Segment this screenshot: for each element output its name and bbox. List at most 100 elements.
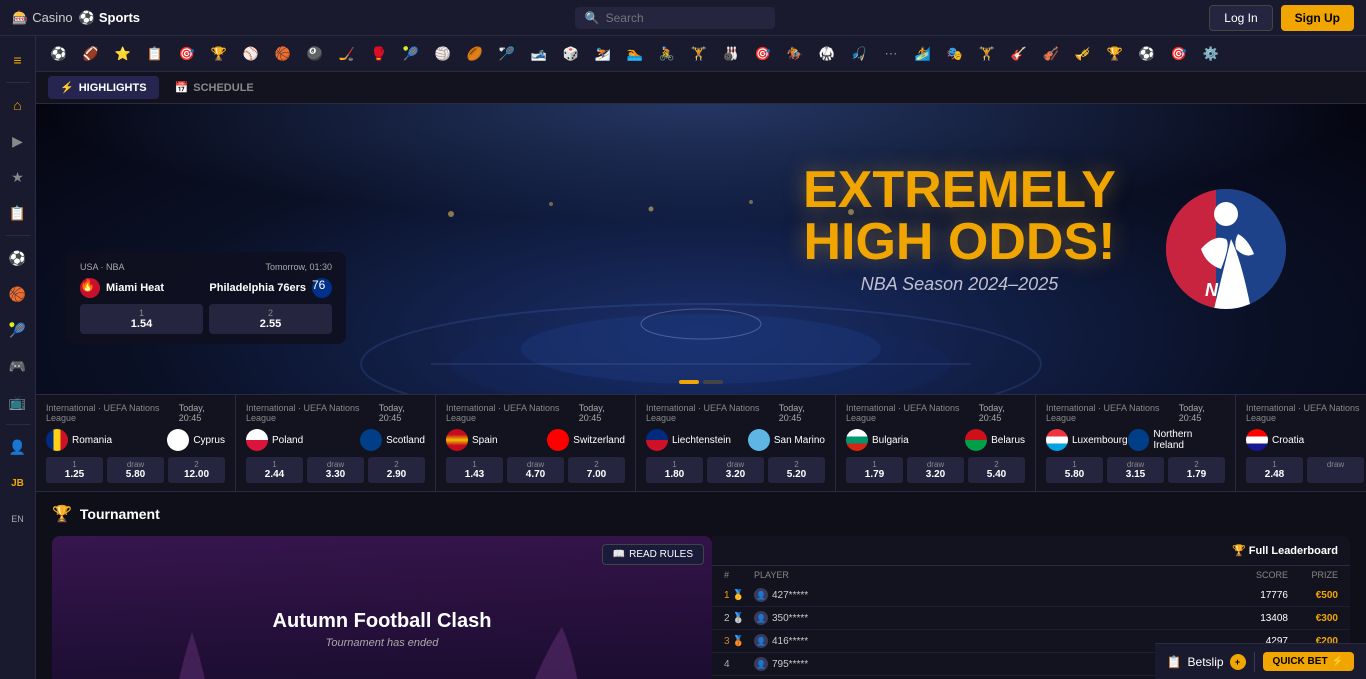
sport-icon-hockey[interactable]: 🏒 [332, 40, 362, 68]
sidebar-menu-icon[interactable]: ≡ [2, 44, 34, 76]
sidebar-favorites-icon[interactable]: ★ [2, 161, 34, 193]
sport-icon-extra2[interactable]: 🎭 [940, 40, 970, 68]
search-input[interactable] [606, 11, 765, 25]
tab-schedule[interactable]: 📅 Schedule [163, 76, 266, 99]
read-rules-button[interactable]: 📖 READ RULES [602, 544, 704, 565]
card-odd1-5[interactable]: 1 5.80 [1046, 457, 1103, 483]
card-odd2-4[interactable]: 2 5.40 [968, 457, 1025, 483]
card-draw-6[interactable]: draw [1307, 457, 1364, 483]
sport-icon-trophy[interactable]: 🏆 [204, 40, 234, 68]
quick-bet-button[interactable]: QUICK BET ⚡ [1263, 652, 1354, 671]
signup-button[interactable]: Sign Up [1281, 5, 1354, 31]
sport-icon-bowling[interactable]: 🎳 [716, 40, 746, 68]
card-draw-2[interactable]: draw 4.70 [507, 457, 564, 483]
card-odd2-2[interactable]: 2 7.00 [568, 457, 625, 483]
sport-icon-soccer[interactable]: ⚽ [44, 40, 74, 68]
sidebar-tv-icon[interactable]: 📺 [2, 386, 34, 418]
away-win-odd[interactable]: 2 2.55 [209, 304, 332, 334]
search-bar[interactable]: 🔍 [575, 7, 775, 29]
sport-icon-billiards[interactable]: 🎱 [300, 40, 330, 68]
sport-icon-weights[interactable]: 🏋️ [684, 40, 714, 68]
sport-icon-extra4[interactable]: 🎸 [1004, 40, 1034, 68]
sidebar-home-icon[interactable]: ⌂ [2, 89, 34, 121]
tab-highlights[interactable]: ⚡ Highlights [48, 76, 159, 99]
sport-icon-star[interactable]: ⭐ [108, 40, 138, 68]
match-time-label: Tomorrow, 01:30 [265, 262, 332, 272]
sport-icon-badminton[interactable]: 🏸 [492, 40, 522, 68]
player-avatar-1: 👤 [754, 611, 768, 625]
sport-icon-extra3[interactable]: 🏋 [972, 40, 1002, 68]
sport-icon-person[interactable]: 🎯 [172, 40, 202, 68]
sport-icon-baseball[interactable]: ⚾ [236, 40, 266, 68]
sidebar-language-icon[interactable]: EN [2, 503, 34, 535]
sport-icon-basketball[interactable]: 🏀 [268, 40, 298, 68]
card-draw-4[interactable]: draw 3.20 [907, 457, 964, 483]
sport-icon-extra7[interactable]: 🏆 [1100, 40, 1130, 68]
sidebar-live-icon[interactable]: ▶ [2, 125, 34, 157]
betslip-label: Betslip [1188, 655, 1224, 669]
sidebar-esports-icon[interactable]: 🎮 [2, 350, 34, 382]
card-odds-6: 1 2.48 draw 2 [1246, 457, 1366, 483]
sport-icon-alpine[interactable]: ⛷️ [588, 40, 618, 68]
sport-icon-horse[interactable]: 🏇 [780, 40, 810, 68]
card-odd1-4[interactable]: 1 1.79 [846, 457, 903, 483]
card-odd2-5[interactable]: 2 1.79 [1168, 457, 1225, 483]
sidebar-user-icon[interactable]: 👤 [2, 431, 34, 463]
home-win-odd[interactable]: 1 1.54 [80, 304, 203, 334]
tournament-title: 🏆 Tournament [52, 504, 1350, 524]
card-odd2-3[interactable]: 2 5.20 [768, 457, 825, 483]
card-team1-3: Liechtenstein [646, 429, 731, 451]
card-draw-3[interactable]: draw 3.20 [707, 457, 764, 483]
sport-icon-extra8[interactable]: ⚽ [1132, 40, 1162, 68]
flag1-3 [646, 429, 668, 451]
card-team2-2: Switzerland [547, 429, 625, 451]
sidebar-jb-icon[interactable]: JB [2, 467, 34, 499]
quick-bet-label: QUICK BET [1273, 656, 1328, 667]
hero-dot-2[interactable] [703, 380, 723, 384]
sport-icon-extra6[interactable]: 🎺 [1068, 40, 1098, 68]
card-draw-0[interactable]: draw 5.80 [107, 457, 164, 483]
sport-icon-extra9[interactable]: 🎯 [1164, 40, 1194, 68]
sidebar-football-icon[interactable]: ⚽ [2, 242, 34, 274]
sport-icon-mma[interactable]: 🥋 [812, 40, 842, 68]
sport-icon-darts[interactable]: 🎯 [748, 40, 778, 68]
sport-icon-tennis[interactable]: 🎾 [396, 40, 426, 68]
card-odd1-1[interactable]: 1 2.44 [246, 457, 303, 483]
sidebar-schedule-icon[interactable]: 📋 [2, 197, 34, 229]
sport-icon-extra1[interactable]: 🏄 [908, 40, 938, 68]
card-odds-0: 1 1.25 draw 5.80 2 12.00 [46, 457, 225, 483]
sport-icon-dice[interactable]: 🎲 [556, 40, 586, 68]
sport-icon-volleyball[interactable]: 🏐 [428, 40, 458, 68]
away-team-logo: 76 [312, 278, 332, 298]
card-odd2-0[interactable]: 2 12.00 [168, 457, 225, 483]
betslip-divider [1254, 652, 1255, 672]
card-odd1-2[interactable]: 1 1.43 [446, 457, 503, 483]
sport-icon-bike[interactable]: 🚴 [652, 40, 682, 68]
sport-icon-rugby[interactable]: 🏉 [460, 40, 490, 68]
sport-icon-list[interactable]: 📋 [140, 40, 170, 68]
card-teams-2: Spain Switzerland [446, 429, 625, 451]
card-odd1-3[interactable]: 1 1.80 [646, 457, 703, 483]
card-odd1-6[interactable]: 1 2.48 [1246, 457, 1303, 483]
sport-icon-boxing[interactable]: 🥊 [364, 40, 394, 68]
casino-logo[interactable]: 🎰 Casino [12, 10, 73, 26]
card-teams-0: Romania Cyprus [46, 429, 225, 451]
sport-icon-more[interactable]: ⋯ [876, 40, 906, 68]
betslip-button[interactable]: 📋 Betslip + [1167, 654, 1246, 670]
sport-icon-settings[interactable]: ⚙️ [1196, 40, 1226, 68]
card-draw-1[interactable]: draw 3.30 [307, 457, 364, 483]
card-odd2-1[interactable]: 2 2.90 [368, 457, 425, 483]
sidebar-tennis-icon[interactable]: 🎾 [2, 314, 34, 346]
sport-icon-football[interactable]: 🏈 [76, 40, 106, 68]
hero-dot-1[interactable] [679, 380, 699, 384]
sport-icon-ski[interactable]: 🎿 [524, 40, 554, 68]
sport-icon-fishing[interactable]: 🎣 [844, 40, 874, 68]
card-odd1-0[interactable]: 1 1.25 [46, 457, 103, 483]
sports-logo[interactable]: ⚽ Sports [79, 10, 140, 26]
sport-icon-extra5[interactable]: 🎻 [1036, 40, 1066, 68]
login-button[interactable]: Log In [1209, 5, 1272, 31]
sport-icon-swim[interactable]: 🏊 [620, 40, 650, 68]
sidebar-basketball-icon[interactable]: 🏀 [2, 278, 34, 310]
hero-dots [679, 380, 723, 384]
card-draw-5[interactable]: draw 3.15 [1107, 457, 1164, 483]
